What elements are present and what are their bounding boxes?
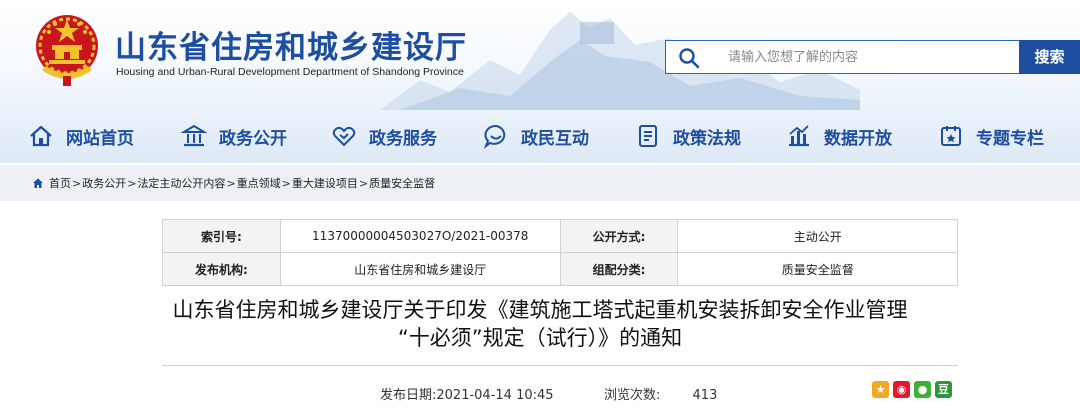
view-count-value: 413	[692, 388, 718, 403]
breadcrumb-separator: >	[127, 176, 137, 190]
nav-item-government-services[interactable]: 政务服务	[331, 113, 437, 159]
nav-label: 网站首页	[66, 128, 134, 149]
nav-item-data-open[interactable]: 数据开放	[786, 113, 892, 159]
disclosure-label: 公开方式:	[559, 219, 679, 253]
breadcrumb-separator: >	[226, 176, 236, 190]
breadcrumb-item[interactable]: 法定主动公开内容	[137, 175, 225, 191]
national-emblem-logo	[36, 15, 98, 86]
breadcrumb-separator: >	[358, 176, 369, 190]
document-info-table: 索引号: 11370000004503027O/2021-00378 公开方式:…	[162, 219, 958, 286]
search-button[interactable]: 搜索	[1019, 40, 1080, 74]
breadcrumb-item[interactable]: 首页	[49, 175, 71, 191]
nav-label: 政策法规	[673, 128, 741, 149]
publish-date: 发布日期:2021-04-14 10:45	[380, 384, 554, 403]
nav-item-government-affairs[interactable]: 政务公开	[181, 113, 287, 159]
chat-bubble-icon	[483, 125, 506, 149]
breadcrumb-item[interactable]: 重大建设项目	[292, 175, 358, 191]
article-title-line: “十必须”规定（试行）》的通知	[397, 326, 683, 350]
article-title: 山东省住房和城乡建设厅关于印发《建筑施工塔式起重机安装拆卸安全作业管理 “十必须…	[140, 296, 940, 352]
breadcrumb: 首页 > 政务公开 > 法定主动公开内容 > 重点领域 > 重大建设项目 > 质…	[32, 165, 435, 201]
main-nav: 网站首页 政务公开 政务服务 政民互动 政策法规 数据开放 专题专栏	[0, 113, 1080, 159]
breadcrumb-separator: >	[72, 176, 82, 190]
document-icon	[639, 125, 657, 147]
bar-chart-icon	[789, 125, 809, 147]
divider	[162, 365, 958, 366]
nav-item-home[interactable]: 网站首页	[28, 113, 134, 159]
site-title: 山东省住房和城乡建设厅	[115, 30, 467, 66]
handshake-icon	[332, 126, 356, 147]
article-title-line: 山东省住房和城乡建设厅关于印发《建筑施工塔式起重机安装拆卸安全作业管理	[172, 298, 908, 322]
breadcrumb-separator: >	[281, 176, 291, 190]
table-row: 发布机构: 山东省住房和城乡建设厅 组配分类: 质量安全监督	[162, 252, 958, 286]
table-row: 索引号: 11370000004503027O/2021-00378 公开方式:…	[162, 219, 958, 253]
disclosure-value: 主动公开	[677, 219, 958, 253]
share-buttons: ★ ◉ ● 豆	[872, 381, 952, 398]
government-building-icon	[181, 124, 207, 147]
qzone-icon[interactable]: ★	[872, 381, 889, 398]
home-icon	[30, 125, 52, 147]
publisher-value: 山东省住房和城乡建设厅	[279, 252, 561, 286]
index-label: 索引号:	[162, 219, 281, 253]
breadcrumb-item[interactable]: 重点领域	[237, 175, 281, 191]
breadcrumb-item[interactable]: 质量安全监督	[369, 175, 435, 191]
publisher-label: 发布机构:	[162, 252, 281, 286]
view-count: 浏览次数: 413	[604, 384, 717, 403]
nav-item-special-topics[interactable]: 专题专栏	[938, 113, 1044, 159]
special-topic-icon	[941, 126, 961, 146]
site-subtitle: Housing and Urban-Rural Development Depa…	[116, 66, 464, 78]
publish-date-value: 2021-04-14 10:45	[436, 388, 554, 403]
weibo-icon[interactable]: ◉	[893, 381, 910, 398]
category-label: 组配分类:	[559, 252, 679, 286]
nav-label: 政务公开	[219, 128, 287, 149]
nav-label: 数据开放	[824, 128, 892, 149]
publish-date-label: 发布日期:	[380, 388, 437, 403]
view-count-label: 浏览次数:	[604, 388, 661, 403]
index-value: 11370000004503027O/2021-00378	[279, 219, 561, 253]
category-value: 质量安全监督	[677, 252, 958, 286]
nav-label: 政务服务	[369, 128, 437, 149]
search-icon	[679, 48, 700, 69]
nav-label: 专题专栏	[976, 128, 1044, 149]
nav-label: 政民互动	[521, 128, 589, 149]
home-icon	[33, 178, 43, 188]
nav-item-public-interaction[interactable]: 政民互动	[483, 113, 589, 159]
search-box	[665, 40, 1020, 74]
search-input[interactable]	[728, 42, 1013, 72]
nav-item-policies-regulations[interactable]: 政策法规	[635, 113, 741, 159]
douban-icon[interactable]: 豆	[935, 381, 952, 398]
wechat-icon[interactable]: ●	[914, 381, 931, 398]
breadcrumb-item[interactable]: 政务公开	[82, 175, 126, 191]
breadcrumb-bar: 首页 > 政务公开 > 法定主动公开内容 > 重点领域 > 重大建设项目 > 质…	[0, 165, 1080, 201]
